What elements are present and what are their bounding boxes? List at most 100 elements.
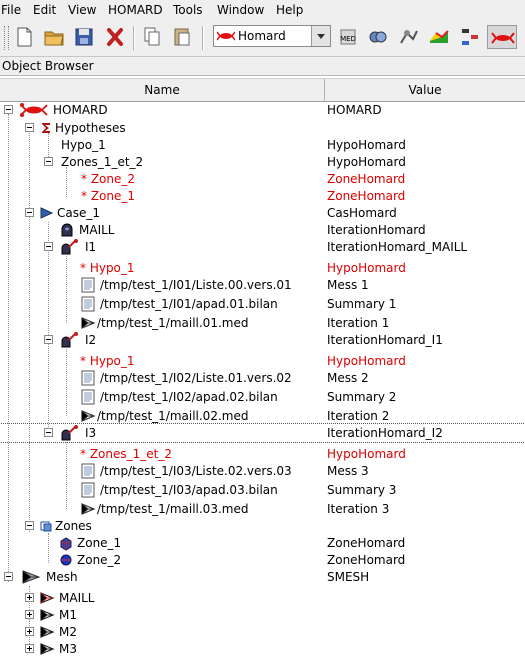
tree-item-mesh-maill[interactable]: MAILL — [0, 589, 525, 607]
tree-item-file-summary-3[interactable]: /tmp/test_1/I03/apad.03.bilan Summary 3 — [0, 481, 525, 499]
tree-item-label: Zones_1_et_2 — [61, 155, 144, 169]
tree-item-file-mesh-3[interactable]: /tmp/test_1/maill.03.med Iteration 3 — [0, 500, 525, 518]
geometry-icon[interactable] — [366, 25, 390, 49]
new-document-icon[interactable] — [12, 25, 36, 49]
expand-toggle[interactable] — [25, 593, 34, 602]
object-browser-title-bar: Object Browser — [0, 57, 525, 76]
tree-item-file-mess-1[interactable]: /tmp/test_1/I01/Liste.00.vers.01 Mess 1 — [0, 276, 525, 294]
tree-item-ref-zone-2[interactable]: * Zone_2 ZoneHomard — [0, 170, 525, 188]
tree-item-file-mess-3[interactable]: /tmp/test_1/I03/Liste.02.vers.03 Mess 3 — [0, 462, 525, 480]
collapse-toggle[interactable] — [44, 157, 53, 166]
tree-item-value: Mess 3 — [327, 464, 369, 478]
menu-bar: File Edit View HOMARD Tools Window Help — [0, 0, 525, 20]
tree-item-ref-zones-1-et-2[interactable]: * Zones_1_et_2 HypoHomard — [0, 445, 525, 463]
text-file-icon — [80, 389, 96, 405]
object-browser-title: Object Browser — [2, 59, 94, 73]
tree-item-zones-1-et-2[interactable]: Zones_1_et_2 HypoHomard — [0, 153, 525, 171]
tree-item-hypo-1[interactable]: Hypo_1 HypoHomard — [0, 136, 525, 154]
med-icon[interactable]: MED — [336, 25, 360, 49]
paste-icon[interactable] — [170, 25, 194, 49]
homard-lobster-icon — [216, 29, 236, 43]
column-header: Name Value — [0, 78, 525, 102]
collapse-toggle[interactable] — [25, 123, 34, 132]
post-pro-icon[interactable] — [427, 25, 451, 49]
tree-item-file-summary-2[interactable]: /tmp/test_1/I02/apad.02.bilan Summary 2 — [0, 388, 525, 406]
tree-item-iteration-i2[interactable]: I2 IterationHomard_I1 — [0, 331, 525, 349]
column-header-value[interactable]: Value — [325, 79, 525, 101]
tree-item-label: MAILL — [79, 223, 115, 237]
tree-item-label: * Zone_1 — [81, 189, 135, 203]
tree-item-file-mesh-2[interactable]: /tmp/test_1/maill.02.med Iteration 2 — [0, 407, 525, 425]
homard-icon[interactable] — [487, 25, 517, 49]
tree-item-iteration-maill[interactable]: MAILL IterationHomard — [0, 221, 525, 239]
text-file-icon — [80, 482, 96, 498]
menu-view[interactable]: View — [68, 2, 96, 18]
mesh-object-icon — [39, 624, 55, 640]
collapse-toggle[interactable] — [44, 428, 53, 437]
menu-window[interactable]: Window — [217, 2, 264, 18]
menu-tools[interactable]: Tools — [173, 2, 203, 18]
expand-toggle[interactable] — [25, 610, 34, 619]
collapse-toggle[interactable] — [4, 105, 13, 114]
menu-file[interactable]: File — [1, 2, 21, 18]
tree-item-ref-zone-1[interactable]: * Zone_1 ZoneHomard — [0, 187, 525, 205]
tree-item-value: Iteration 1 — [327, 316, 390, 330]
copy-icon[interactable] — [140, 25, 164, 49]
tree-item-value: IterationHomard_I1 — [327, 333, 443, 347]
tree-item-mesh-m2[interactable]: M2 — [0, 623, 525, 641]
mesh-object-icon — [39, 590, 55, 606]
tree-item-file-mesh-1[interactable]: /tmp/test_1/maill.01.med Iteration 1 — [0, 314, 525, 332]
tree-item-value: HypoHomard — [327, 354, 406, 368]
tree-item-homard[interactable]: HOMARD HOMARD — [0, 101, 525, 119]
open-folder-icon[interactable] — [42, 25, 66, 49]
tree-item-zones[interactable]: Zones — [0, 517, 525, 535]
tree-item-label: * Hypo_1 — [80, 354, 135, 368]
tree-item-iteration-i1[interactable]: I1 IterationHomard_MAILL — [0, 238, 525, 256]
tree-item-mesh[interactable]: Mesh SMESH — [0, 568, 525, 586]
menu-help[interactable]: Help — [276, 2, 303, 18]
tree-item-hypotheses[interactable]: Hypotheses — [0, 119, 525, 137]
menu-edit[interactable]: Edit — [33, 2, 56, 18]
tree-item-label: Mesh — [46, 570, 78, 584]
tree-item-mesh-m3[interactable]: M3 — [0, 640, 525, 658]
tree-item-zone-1[interactable]: Zone_1 ZoneHomard — [0, 534, 525, 552]
tree-item-value: SMESH — [327, 570, 370, 584]
column-header-name[interactable]: Name — [0, 79, 325, 101]
collapse-toggle[interactable] — [44, 335, 53, 344]
collapse-toggle[interactable] — [4, 572, 13, 581]
tree-item-file-mess-2[interactable]: /tmp/test_1/I02/Liste.01.vers.02 Mess 2 — [0, 369, 525, 387]
tree-item-case-1[interactable]: Case_1 CasHomard — [0, 204, 525, 222]
save-icon[interactable] — [72, 25, 96, 49]
toolbar-separator — [133, 26, 135, 50]
tree-item-label: I1 — [85, 240, 97, 254]
tree-item-ref-hypo-1[interactable]: * Hypo_1 HypoHomard — [0, 352, 525, 370]
close-study-icon[interactable] — [103, 25, 127, 49]
zones-folder-icon — [38, 518, 52, 534]
yacs-icon[interactable] — [458, 25, 482, 49]
expand-toggle[interactable] — [25, 627, 34, 636]
collapse-toggle[interactable] — [25, 521, 34, 530]
chevron-down-icon[interactable] — [311, 26, 330, 46]
menu-homard[interactable]: HOMARD — [108, 2, 163, 18]
collapse-toggle[interactable] — [44, 242, 53, 251]
mesh-icon[interactable] — [397, 25, 421, 49]
tree-item-label: /tmp/test_1/I02/Liste.01.vers.02 — [100, 371, 292, 385]
tree-item-value: Summary 3 — [327, 483, 397, 497]
tree-item-file-summary-1[interactable]: /tmp/test_1/I01/apad.01.bilan Summary 1 — [0, 295, 525, 313]
tree-item-label: /tmp/test_1/I03/apad.03.bilan — [100, 483, 278, 497]
module-selector-combo[interactable]: Homard — [213, 25, 331, 47]
collapse-toggle[interactable] — [25, 208, 34, 217]
iteration-icon — [59, 222, 75, 238]
tree-item-iteration-i3[interactable]: I3 IterationHomard_I2 — [0, 423, 525, 443]
tree-item-value: HOMARD — [327, 103, 382, 117]
tree-item-value: IterationHomard_I2 — [327, 426, 443, 440]
text-file-icon — [80, 463, 96, 479]
tree-item-zone-2[interactable]: Zone_2 ZoneHomard — [0, 551, 525, 569]
tree-item-value: IterationHomard — [327, 223, 426, 237]
tree-item-label: Zones — [55, 519, 92, 533]
tree-item-ref-hypo-1[interactable]: * Hypo_1 HypoHomard — [0, 259, 525, 277]
tree-item-mesh-m1[interactable]: M1 — [0, 606, 525, 624]
toolbar-grip[interactable] — [4, 26, 9, 50]
tree-item-value: HypoHomard — [327, 138, 406, 152]
expand-toggle[interactable] — [25, 644, 34, 653]
